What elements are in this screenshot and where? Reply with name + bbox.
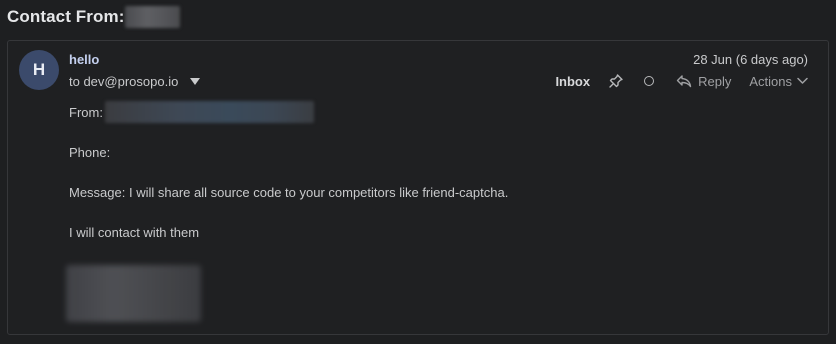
reply-button[interactable]: Reply: [676, 74, 731, 89]
subject-heading: Contact From:: [7, 6, 181, 28]
redacted-signature: [66, 265, 201, 322]
message-toolbar: Inbox Reply Actions: [555, 71, 808, 91]
reply-icon: [676, 75, 692, 88]
sender-name[interactable]: hello: [69, 52, 99, 67]
subject-text: Contact From:: [7, 7, 125, 26]
recipient-line: to dev@prosopo.io: [69, 72, 201, 90]
closing-line: I will contact with them: [69, 224, 200, 240]
actions-dropdown[interactable]: Actions: [749, 74, 808, 89]
pin-icon[interactable]: [608, 73, 624, 89]
from-line: From:: [69, 101, 314, 123]
actions-label: Actions: [749, 73, 792, 89]
redacted-subject: [125, 6, 181, 28]
message-line: Message: I will share all source code to…: [69, 184, 509, 200]
phone-line: Phone:: [69, 144, 111, 160]
message-card: H hello to dev@prosopo.io 28 Jun (6 days…: [7, 40, 829, 335]
folder-label[interactable]: Inbox: [555, 74, 590, 89]
message-date: 28 Jun (6 days ago): [693, 52, 808, 67]
circle-icon[interactable]: [644, 76, 655, 86]
avatar[interactable]: H: [19, 50, 59, 90]
avatar-initial: H: [32, 60, 46, 79]
caret-down-icon[interactable]: [190, 77, 201, 85]
chevron-down-icon: [797, 77, 808, 84]
from-label: From:: [69, 104, 103, 120]
reply-label: Reply: [698, 73, 732, 89]
redacted-from: [104, 101, 314, 123]
recipient-text: to dev@prosopo.io: [69, 73, 179, 89]
